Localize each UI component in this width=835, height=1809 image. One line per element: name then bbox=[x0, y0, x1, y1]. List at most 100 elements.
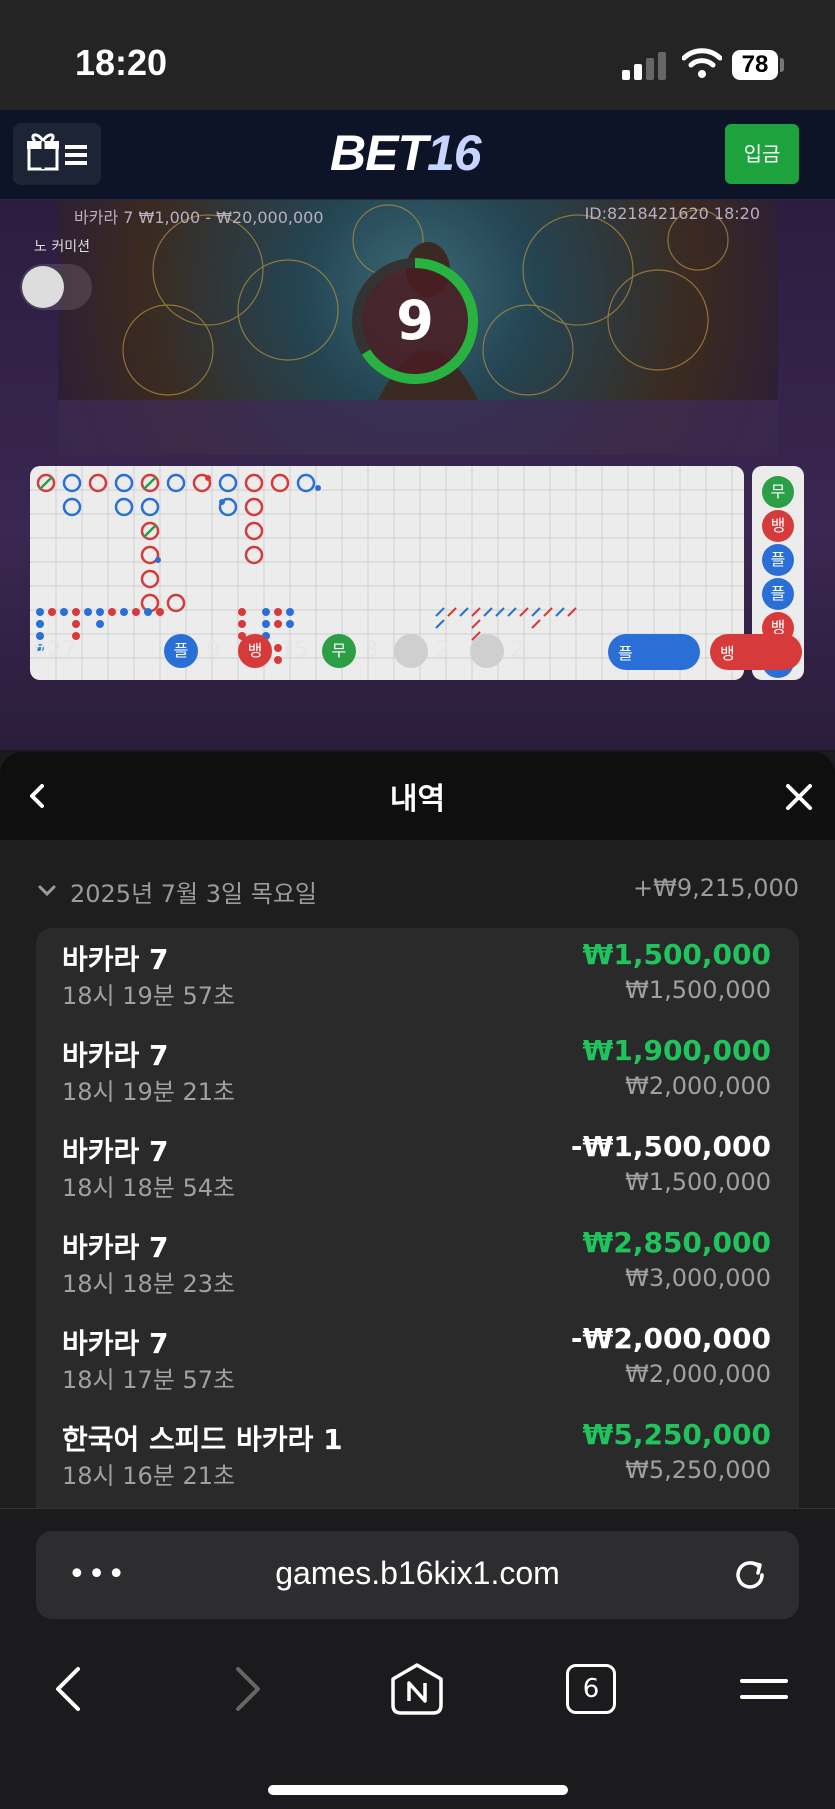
site-header: BET16 입금 bbox=[0, 110, 835, 200]
stake-amount: ₩2,000,000 bbox=[625, 1072, 771, 1100]
cockroach-road-mark bbox=[543, 607, 553, 617]
cockroach-road-mark bbox=[567, 607, 577, 617]
deposit-button[interactable]: 입금 bbox=[725, 124, 799, 184]
no-commission-toggle[interactable] bbox=[20, 264, 92, 310]
banker-ask-button[interactable]: 뱅 bbox=[710, 634, 802, 670]
small-road-dot bbox=[238, 608, 246, 616]
result-amount: ₩1,900,000 bbox=[582, 1034, 771, 1067]
status-bar: 18:20 78 bbox=[0, 0, 835, 110]
banker-stat-chip: 뱅 bbox=[238, 634, 272, 668]
player-pair-count: 2 bbox=[436, 638, 450, 663]
small-road-dot bbox=[274, 620, 282, 628]
sheet-title: 내역 bbox=[389, 782, 446, 817]
cockroach-road-mark bbox=[471, 619, 481, 629]
small-road-dot bbox=[286, 620, 294, 628]
banker-ask-label: 뱅 bbox=[720, 644, 735, 663]
bet-time: 18시 19분 21초 bbox=[62, 1078, 236, 1106]
forward-arrow-icon[interactable] bbox=[216, 1659, 276, 1719]
cockroach-road-mark bbox=[483, 607, 493, 617]
player-ask-button[interactable]: 플 bbox=[608, 634, 700, 670]
small-road-dot bbox=[84, 608, 92, 616]
game-name: 바카라 7 bbox=[62, 943, 169, 976]
small-road-dot bbox=[72, 608, 80, 616]
logo-text-bet: BET bbox=[330, 125, 428, 181]
history-item[interactable]: 바카라 7 18시 18분 54초 -₩1,500,000 ₩1,500,000 bbox=[36, 1120, 799, 1216]
stake-amount: ₩5,250,000 bbox=[625, 1456, 771, 1484]
game-name: 바카라 7 bbox=[62, 1135, 169, 1168]
battery-tip bbox=[780, 58, 784, 72]
small-road-dot bbox=[144, 608, 152, 616]
cockroach-road-mark bbox=[471, 607, 481, 617]
tie-stat-chip: 무 bbox=[322, 634, 356, 668]
wifi-icon bbox=[682, 48, 722, 78]
side-chip-banker: 뱅 bbox=[762, 510, 794, 542]
side-chip-tie: 무 bbox=[762, 476, 794, 508]
history-item[interactable]: 바카라 7 18시 19분 57초 ₩1,500,000 ₩1,500,000 bbox=[36, 928, 799, 1024]
small-road-dot bbox=[120, 608, 128, 616]
back-arrow-icon[interactable] bbox=[40, 1659, 100, 1719]
result-amount: ₩5,250,000 bbox=[582, 1418, 771, 1451]
cellular-signal-icon bbox=[622, 52, 668, 80]
battery-icon: 78 bbox=[732, 50, 778, 80]
countdown-number: 9 bbox=[396, 289, 434, 352]
cockroach-road-mark bbox=[555, 607, 565, 617]
cockroach-road-mark bbox=[459, 607, 469, 617]
small-road-dot bbox=[72, 620, 80, 628]
logo-text-16: 16 bbox=[427, 125, 482, 181]
bet-time: 18시 16분 21초 bbox=[62, 1462, 236, 1490]
game-name: 바카라 7 bbox=[62, 1231, 169, 1264]
site-logo[interactable]: BET16 bbox=[330, 124, 482, 182]
small-road-dot bbox=[262, 620, 270, 628]
table-info: 바카라 7 ₩1,000 - ₩20,000,000 bbox=[74, 208, 324, 227]
gift-menu-button[interactable] bbox=[13, 123, 101, 185]
date-group-header[interactable]: 2025년 7월 3일 목요일 +₩9,215,000 bbox=[0, 872, 835, 912]
tie-count: 3 bbox=[364, 638, 378, 663]
history-sheet: 내역 2025년 7월 3일 목요일 +₩9,215,000 바카라 7 18시… bbox=[0, 752, 835, 1510]
side-chip-player: 플 bbox=[762, 578, 794, 610]
history-item[interactable]: 바카라 7 18시 18분 23초 ₩2,850,000 ₩3,000,000 bbox=[36, 1216, 799, 1312]
url-text[interactable]: games.b16kix1.com bbox=[36, 1555, 799, 1592]
small-road-dot bbox=[238, 620, 246, 628]
cockroach-road-mark bbox=[531, 607, 541, 617]
game-name: 바카라 7 bbox=[62, 1039, 169, 1072]
home-icon[interactable] bbox=[387, 1659, 447, 1719]
small-road-dot bbox=[286, 608, 294, 616]
banker-pair-icon bbox=[470, 634, 504, 668]
banker-pair-count: 2 bbox=[510, 638, 524, 663]
bet-time: 18시 18분 23초 bbox=[62, 1270, 236, 1298]
tabs-button[interactable]: 6 bbox=[566, 1664, 616, 1714]
history-item[interactable]: 바카라 7 18시 17분 57초 -₩2,000,000 ₩2,000,000 bbox=[36, 1312, 799, 1408]
banker-count: 15 bbox=[280, 638, 308, 663]
bet-time: 18시 17분 57초 bbox=[62, 1366, 236, 1394]
date-total: +₩9,215,000 bbox=[633, 874, 799, 902]
bet-time: 18시 18분 54초 bbox=[62, 1174, 236, 1202]
small-road-dot bbox=[36, 608, 44, 616]
date-label: 2025년 7월 3일 목요일 bbox=[70, 880, 317, 908]
cockroach-road-mark bbox=[447, 607, 457, 617]
stake-amount: ₩1,500,000 bbox=[625, 976, 771, 1004]
live-game-area: 바카라 7 ₩1,000 - ₩20,000,000 ID:8218421620… bbox=[0, 200, 835, 750]
small-road-dot bbox=[36, 620, 44, 628]
status-time: 18:20 bbox=[75, 42, 168, 83]
stake-amount: ₩1,500,000 bbox=[625, 1168, 771, 1196]
round-number: #27 bbox=[30, 638, 77, 663]
menu-icon[interactable] bbox=[734, 1659, 794, 1719]
history-item[interactable]: 한국어 스피드 바카라 1 18시 16분 21초 ₩5,250,000 ₩5,… bbox=[36, 1408, 799, 1504]
no-commission-label: 노 커미션 bbox=[34, 239, 90, 255]
history-item[interactable]: 바카라 7 18시 19분 21초 ₩1,900,000 ₩2,000,000 bbox=[36, 1024, 799, 1120]
small-road-dot bbox=[262, 608, 270, 616]
game-name: 바카라 7 bbox=[62, 1327, 169, 1360]
small-road-dot bbox=[108, 608, 116, 616]
result-amount: ₩2,850,000 bbox=[582, 1226, 771, 1259]
small-road-dot bbox=[60, 608, 68, 616]
small-road-dot bbox=[274, 608, 282, 616]
address-bar[interactable]: ••• games.b16kix1.com bbox=[36, 1531, 799, 1619]
side-chip-player: 플 bbox=[762, 544, 794, 576]
reload-icon[interactable] bbox=[728, 1553, 772, 1597]
countdown-timer: 9 bbox=[346, 252, 484, 390]
result-amount: -₩2,000,000 bbox=[570, 1322, 771, 1355]
toggle-knob bbox=[22, 266, 64, 308]
close-icon[interactable] bbox=[782, 780, 816, 814]
game-stats-row: #27 플 9 뱅 15 무 3 2 2 플 뱅 bbox=[0, 628, 835, 676]
history-list: 바카라 7 18시 19분 57초 ₩1,500,000 ₩1,500,000 … bbox=[36, 928, 799, 1510]
